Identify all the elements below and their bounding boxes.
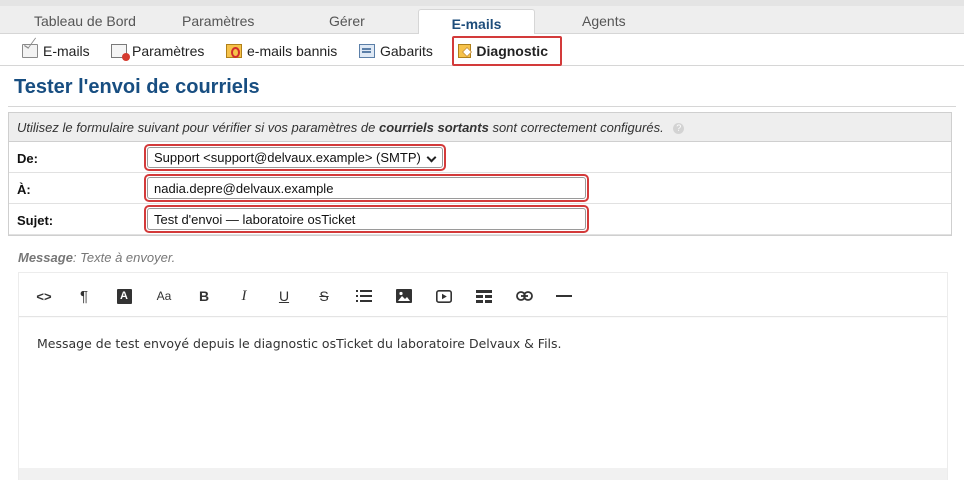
subnav-item-parametres[interactable]: Paramètres <box>111 42 205 61</box>
from-row: De: Support <support@delvaux.example> (S… <box>9 142 951 173</box>
subnav-item-label: e-mails bannis <box>247 43 338 59</box>
insert-image-button[interactable] <box>393 286 415 306</box>
test-email-form: Utilisez le formulaire suivant pour véri… <box>8 112 952 236</box>
subnav-item-label: Gabarits <box>380 43 433 59</box>
tab-tableau-de-bord[interactable]: Tableau de Bord <box>34 13 136 29</box>
subnav-item-label: E-mails <box>43 43 90 59</box>
info-text: Utilisez le formulaire suivant pour véri… <box>17 120 376 135</box>
info-text-suffix: sont correctement configurés. <box>492 120 664 135</box>
horizontal-rule-icon <box>556 295 572 297</box>
insert-link-button[interactable] <box>513 286 535 306</box>
mail-icon <box>22 44 38 58</box>
video-icon <box>436 289 452 303</box>
subnav-item-label: Diagnostic <box>476 43 548 59</box>
templates-icon <box>359 44 375 58</box>
italic-button[interactable]: I <box>233 286 255 306</box>
font-size-button[interactable]: Aa <box>153 286 175 306</box>
tab-gerer[interactable]: Gérer <box>329 13 365 29</box>
subject-row: Sujet: Test d'envoi — laboratoire osTick… <box>9 204 951 235</box>
form-info-bar: Utilisez le formulaire suivant pour véri… <box>9 113 951 142</box>
help-icon[interactable]: ? <box>673 123 685 135</box>
subject-input[interactable]: Test d'envoi — laboratoire osTicket <box>144 205 589 233</box>
underline-button[interactable]: U <box>273 286 295 306</box>
font-color-icon: A <box>116 288 132 304</box>
from-select[interactable]: Support <support@delvaux.example> (SMTP) <box>144 144 446 171</box>
to-input[interactable]: nadia.depre@delvaux.example <box>144 174 589 202</box>
top-navigation: Tableau de Bord Paramètres Gérer E-mails… <box>0 0 964 40</box>
message-hint: : Texte à envoyer. <box>72 250 176 265</box>
font-color-button[interactable]: A <box>113 286 135 306</box>
subnav-item-emails[interactable]: E-mails <box>22 42 90 60</box>
list-icon <box>356 290 372 302</box>
to-row: À: nadia.depre@delvaux.example <box>9 173 951 204</box>
from-select-value: Support <support@delvaux.example> (SMTP) <box>147 147 443 168</box>
message-editor: <> ¶ A Aa B I U S Message de test envoyé… <box>18 272 948 480</box>
to-input-value: nadia.depre@delvaux.example <box>147 177 586 199</box>
from-label: De: <box>17 151 38 166</box>
tab-parametres[interactable]: Paramètres <box>182 13 254 29</box>
image-icon <box>396 289 412 303</box>
page-title: Tester l'envoi de courriels <box>14 76 260 98</box>
subnav-item-diagnostic[interactable]: Diagnostic <box>452 36 562 66</box>
link-icon <box>515 291 533 301</box>
table-icon <box>476 289 492 303</box>
editor-resize-bar[interactable] <box>19 468 947 480</box>
diagnostic-icon <box>458 44 472 58</box>
tab-agents[interactable]: Agents <box>582 13 626 29</box>
code-view-button[interactable]: <> <box>33 286 55 306</box>
info-text-bold: courriels sortants <box>378 120 489 135</box>
strikethrough-button[interactable]: S <box>313 286 335 306</box>
title-divider <box>8 106 956 107</box>
mail-settings-icon <box>111 44 130 61</box>
message-label: Message: Texte à envoyer. <box>18 250 175 265</box>
insert-video-button[interactable] <box>433 286 455 306</box>
banned-mail-icon <box>226 44 242 58</box>
subnav-item-label: Paramètres <box>132 43 205 59</box>
subject-label: Sujet: <box>17 213 54 228</box>
bold-button[interactable]: B <box>193 286 215 306</box>
list-button[interactable] <box>353 286 375 306</box>
editor-toolbar: <> ¶ A Aa B I U S <box>19 273 947 317</box>
paragraph-button[interactable]: ¶ <box>73 286 95 306</box>
subnav-item-templates[interactable]: Gabarits <box>359 42 433 60</box>
subject-input-value: Test d'envoi — laboratoire osTicket <box>147 208 586 230</box>
message-label-bold: Message <box>18 250 73 265</box>
horizontal-rule-button[interactable] <box>553 286 575 306</box>
insert-table-button[interactable] <box>473 286 495 306</box>
sub-navigation: E-mails Paramètres e-mails bannis Gabari… <box>0 34 964 66</box>
to-label: À: <box>17 182 31 197</box>
subnav-item-banned-emails[interactable]: e-mails bannis <box>226 42 337 60</box>
editor-body[interactable]: Message de test envoyé depuis le diagnos… <box>19 318 947 468</box>
